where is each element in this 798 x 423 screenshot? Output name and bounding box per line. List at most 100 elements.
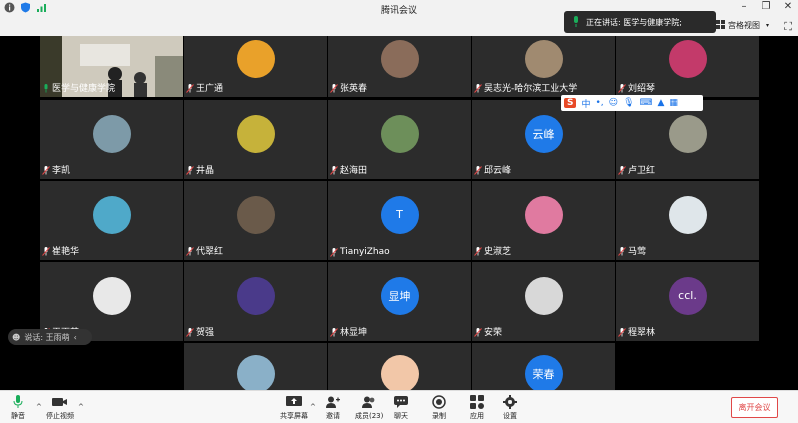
invite-label: 邀请 [326,412,340,420]
participant-name: 刘绍琴 [618,81,655,94]
participant-name-label: 张英春 [340,84,368,94]
apps-icon [469,395,485,409]
participant-tile[interactable]: 显坤 林显坤 [328,262,471,341]
participant-name-label: 吴志光-哈尔滨工业大学 [484,84,578,94]
video-options-caret[interactable]: ^ [78,403,84,411]
microphone-icon [10,395,26,409]
participant-tile[interactable]: 李凯 [40,100,183,179]
restore-icon[interactable]: ❐ [760,1,772,12]
muted-mic-icon [618,83,626,93]
participant-avatar [92,195,131,234]
muted-mic-icon [330,248,338,257]
participant-name-label: 卢卫红 [628,166,656,176]
participant-tile[interactable]: 张英春 [328,36,471,97]
participant-tile[interactable]: 医学与健康学院 [40,36,183,97]
muted-mic-icon [186,246,194,256]
chat-button[interactable]: 聊天 [393,395,409,421]
participant-tile[interactable]: T TianyiZhao [328,181,471,260]
participant-tile[interactable]: 荣春 [472,343,615,390]
grid-view-label: 宫格视图 [728,21,760,30]
participant-tile[interactable]: 云峰 邱云峰 [472,100,615,179]
participant-name: 崔艳华 [42,244,79,257]
participant-avatar: 显坤 [380,276,419,315]
participant-tile[interactable]: 赵海田 [328,100,471,179]
participant-name: 史淑芝 [474,244,511,257]
participant-tile[interactable]: ccl. 程翠林 [616,262,759,341]
participant-name: 医学与健康学院 [42,81,115,94]
participant-tile[interactable]: 刘绍琴 [616,36,759,97]
participant-tile[interactable]: 吴志光-哈尔滨工业大学 [472,36,615,97]
participant-name-label: 马莺 [628,247,647,257]
stop-video-label: 停止视频 [46,412,74,420]
participant-name: TianyiZhao [330,247,390,257]
participant-tile[interactable]: 贺强 [184,262,327,341]
participant-avatar: ccl. [668,276,707,315]
participant-avatar: T [380,195,419,234]
participant-tile[interactable]: 井晶 [184,100,327,179]
keyboard-icon: ⌨ [639,98,653,108]
toolbox-icon: ▦ [669,98,678,108]
participant-tile[interactable] [184,343,327,390]
muted-mic-icon [474,83,482,93]
participant-avatar: 荣春 [524,354,563,390]
record-button[interactable]: 录制 [431,395,447,421]
share-options-caret[interactable]: ^ [310,403,316,411]
sogou-icon: S [564,98,577,108]
participant-avatar [92,276,131,315]
participant-name: 马莺 [618,244,646,257]
speaking-label: 正在讲话: 医学与健康学院; [586,17,682,27]
participant-name: 张英春 [330,81,367,94]
invite-button[interactable]: 邀请 [325,395,341,421]
apps-button[interactable]: 应用 [469,395,485,421]
muted-mic-icon [330,83,338,93]
chevron-left-icon[interactable]: ‹ [74,333,77,342]
close-icon[interactable]: ✕ [782,1,794,12]
ime-mode-label: 中 [581,99,591,110]
participant-tile[interactable]: 王广通 [184,36,327,97]
muted-mic-icon [42,165,50,175]
mute-button[interactable]: 静音 [10,395,26,421]
mute-options-caret[interactable]: ^ [36,403,42,411]
fullscreen-icon[interactable]: ⛶ [784,20,792,34]
leave-meeting-button[interactable]: 离开会议 [731,397,778,418]
participant-avatar [236,354,275,390]
participant-name: 代翠红 [186,244,223,257]
participant-name: 卢卫红 [618,163,655,176]
muted-mic-icon [330,165,338,175]
participant-tile[interactable]: 马莺 [616,181,759,260]
mute-label: 静音 [11,412,25,420]
participant-name-label: 刘绍琴 [628,84,656,94]
participant-avatar [380,354,419,390]
participant-name-label: 安荣 [484,328,503,338]
participant-name-label: 井晶 [196,166,215,176]
muted-mic-icon [618,246,626,256]
share-screen-icon [286,395,302,409]
participant-name-label: 王广通 [196,84,224,94]
punct-icon: •, [595,98,604,108]
minimize-icon[interactable]: – [738,1,750,12]
share-screen-button[interactable]: 共享屏幕 [280,395,308,421]
speaker-status-label: 说话: 王雨萌 [24,332,70,342]
participant-avatar [524,39,563,78]
grid-view-toggle[interactable]: 宫格视图 ▾ [716,20,769,31]
participant-tile[interactable]: 史淑芝 [472,181,615,260]
camera-icon [52,395,68,409]
participant-tile[interactable]: 安荣 [472,262,615,341]
settings-button[interactable]: 设置 [502,395,518,421]
muted-mic-icon [474,246,482,256]
participant-name-label: 贺强 [196,328,215,338]
participant-tile[interactable]: 崔艳华 [40,181,183,260]
muted-mic-icon [618,165,626,175]
speaker-icon: ☻ [12,332,21,342]
participant-avatar: 云峰 [524,114,563,153]
participant-tile[interactable] [328,343,471,390]
stop-video-button[interactable]: 停止视频 [46,395,74,421]
speaking-banner: 正在讲话: 医学与健康学院; [564,11,716,33]
members-button[interactable]: 成员(23) [355,395,383,421]
chevron-down-icon: ▾ [766,22,770,29]
ime-toolbar[interactable]: S 中 •, ☺ 🎙 ⌨ ▲ ▦ [561,95,703,111]
participant-tile[interactable]: 代翠红 [184,181,327,260]
participant-name-label: 医学与健康学院 [52,84,116,94]
participant-name: 吴志光-哈尔滨工业大学 [474,81,577,94]
participant-tile[interactable]: 卢卫红 [616,100,759,179]
